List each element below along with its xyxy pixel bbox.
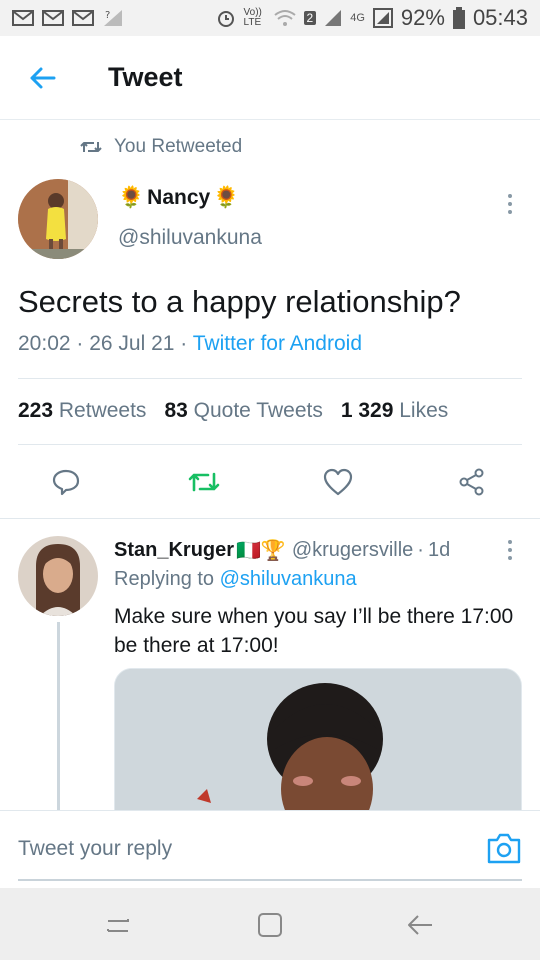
- reply-more-menu[interactable]: [500, 536, 520, 564]
- reply-age: 1d: [427, 539, 451, 561]
- tweet-text: Secrets to a happy relationship?: [18, 284, 461, 319]
- status-right: Vo)) LTE 2 4G 92% 05:43: [216, 5, 528, 31]
- author-name[interactable]: 🌻 Nancy 🌻: [118, 186, 239, 210]
- reply-author-handle[interactable]: @krugersville: [292, 539, 413, 562]
- likes-count: 1 329: [340, 399, 394, 422]
- reply-input[interactable]: Tweet your reply: [18, 837, 172, 861]
- dot: [508, 540, 512, 544]
- mail-icon: [72, 9, 94, 27]
- network-type: 4G: [350, 12, 365, 24]
- tweet-stats: 223 Retweets 83 Quote Tweets 1 329 Likes: [18, 399, 448, 423]
- heart-icon: [323, 468, 353, 496]
- reply-author-name[interactable]: Stan_Kruger: [114, 539, 234, 562]
- battery-percent: 92%: [400, 5, 445, 30]
- divider: [18, 378, 522, 379]
- tweet-time: 20:02: [18, 332, 71, 355]
- thread-line: [57, 622, 60, 812]
- no-signal-icon: ?: [102, 8, 124, 28]
- system-nav-bar: [0, 888, 540, 960]
- retweet-button[interactable]: [184, 462, 224, 502]
- signal-icon: [324, 9, 342, 27]
- tweet-meta: 20:02 · 26 Jul 21 · Twitter for Android: [18, 332, 363, 355]
- retweets-stat[interactable]: 223 Retweets: [18, 399, 146, 423]
- reply-author-badges: 🇮🇹🏆: [236, 540, 286, 562]
- reply-avatar[interactable]: [18, 536, 98, 616]
- tweet-more-menu[interactable]: [500, 190, 520, 218]
- alarm-icon: [216, 8, 236, 28]
- retweet-icon: [188, 472, 220, 492]
- quotes-count: 83: [164, 399, 188, 422]
- back-arrow-icon: [30, 67, 56, 88]
- sunflower-emoji: 🌻: [118, 186, 145, 209]
- status-left: ?: [12, 8, 124, 28]
- retweets-count: 223: [18, 399, 54, 422]
- author-avatar[interactable]: [18, 179, 98, 259]
- dot: [508, 194, 512, 198]
- reply-compose-bar: Tweet your reply: [0, 810, 540, 888]
- home-icon: [258, 913, 282, 937]
- retweet-label: You Retweeted: [114, 136, 243, 157]
- clock: 05:43: [472, 5, 528, 30]
- author-handle[interactable]: @shiluvankuna: [118, 226, 262, 250]
- tweet-source[interactable]: Twitter for Android: [193, 332, 362, 355]
- tweet-date: 26 Jul 21: [89, 332, 175, 355]
- dot: [508, 210, 512, 214]
- replying-to: Replying to @shiluvankuna: [114, 568, 357, 591]
- likes-label: Likes: [399, 399, 449, 422]
- divider: [18, 444, 522, 445]
- recents-icon: [107, 919, 129, 932]
- input-underline: [18, 879, 522, 881]
- back-nav-button[interactable]: [400, 908, 440, 942]
- reply-button[interactable]: [46, 462, 86, 502]
- camera-button[interactable]: [486, 831, 522, 865]
- reply-media-image[interactable]: [114, 668, 522, 828]
- wifi-icon: [273, 9, 296, 27]
- retweet-context: You Retweeted: [80, 136, 242, 158]
- share-button[interactable]: [452, 462, 492, 502]
- svg-text:?: ?: [105, 10, 110, 21]
- app-header: Tweet: [0, 36, 540, 120]
- signal-bars-icon: [372, 8, 393, 28]
- status-bar: ? Vo)) LTE 2 4G 92% 05:43: [0, 0, 540, 36]
- recent-apps-button[interactable]: [98, 908, 138, 942]
- camera-icon: [487, 833, 521, 864]
- likes-stat[interactable]: 1 329 Likes: [341, 399, 448, 423]
- replying-to-label: Replying to: [114, 568, 215, 590]
- battery-icon: [452, 7, 465, 29]
- home-button[interactable]: [250, 908, 290, 942]
- gmail-icon: [12, 9, 34, 27]
- reply-icon: [52, 469, 80, 496]
- author-name-text: Nancy: [147, 186, 211, 209]
- retweets-label: Retweets: [58, 399, 147, 422]
- volte-indicator: Vo)) LTE: [243, 7, 262, 28]
- retweet-icon: [80, 142, 102, 152]
- sunflower-emoji: 🌻: [213, 186, 240, 209]
- tweet-actions: [0, 462, 540, 502]
- page-title: Tweet: [108, 62, 183, 92]
- replying-to-handle[interactable]: @shiluvankuna: [220, 568, 357, 590]
- section-divider: [0, 518, 540, 519]
- reply-text: Make sure when you say I’ll be there 17:…: [114, 605, 514, 657]
- dot: [508, 202, 512, 206]
- share-icon: [459, 468, 484, 496]
- back-nav-icon: [408, 915, 432, 935]
- quotes-stat[interactable]: 83 Quote Tweets: [164, 399, 322, 423]
- gmail-icon: [42, 9, 64, 27]
- like-button[interactable]: [318, 462, 358, 502]
- sim-badge: 2: [303, 11, 317, 25]
- reply-header: Stan_Kruger 🇮🇹🏆 @krugersville · 1d: [114, 538, 450, 563]
- dot-separator: ·: [417, 539, 424, 561]
- back-button[interactable]: [0, 36, 84, 120]
- dot: [508, 556, 512, 560]
- dot: [508, 548, 512, 552]
- quotes-label: Quote Tweets: [193, 399, 323, 422]
